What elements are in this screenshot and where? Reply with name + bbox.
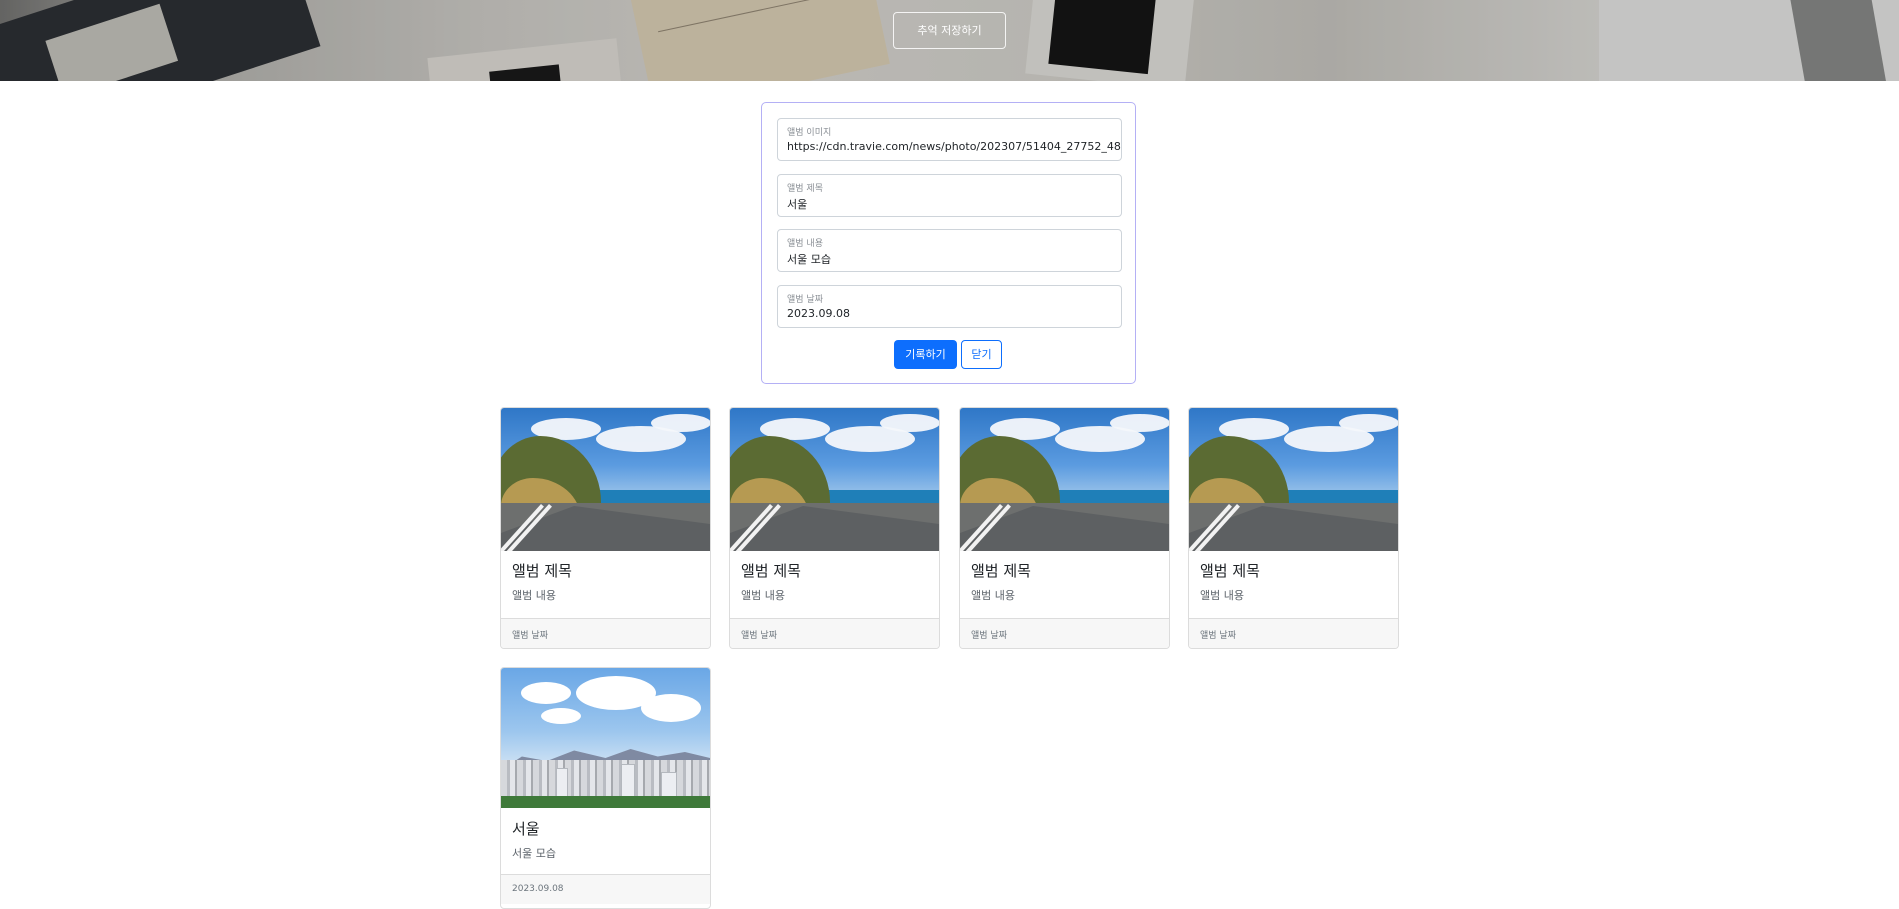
card-date: 앨범 날짜 xyxy=(971,631,1007,641)
record-button[interactable]: 기록하기 xyxy=(894,340,957,369)
card-date: 앨범 날짜 xyxy=(512,631,548,641)
card-text: 앨범 내용 xyxy=(512,589,556,602)
coastal-road-photo xyxy=(960,408,1169,551)
album-date-input[interactable]: 2023.09.08 xyxy=(787,307,850,320)
album-image-input[interactable]: https://cdn.travie.com/news/photo/202307… xyxy=(787,140,1121,153)
card-date: 2023.09.08 xyxy=(512,884,564,894)
album-content-field[interactable]: 앨범 내용 서울 모습 xyxy=(777,229,1122,272)
coastal-road-photo xyxy=(1189,408,1398,551)
seoul-city-photo xyxy=(501,668,710,808)
card-footer: 2023.09.08 xyxy=(501,874,710,904)
card-date: 앨범 날짜 xyxy=(741,631,777,641)
card-text: 앨범 내용 xyxy=(971,589,1015,602)
album-card[interactable]: 앨범 제목 앨범 내용 앨범 날짜 xyxy=(729,407,940,649)
album-card[interactable]: 서울 서울 모습 2023.09.08 xyxy=(500,667,711,909)
field-label: 앨범 이미지 xyxy=(787,128,832,138)
field-label: 앨범 날짜 xyxy=(787,295,823,305)
field-label: 앨범 제목 xyxy=(787,184,823,194)
album-image-field[interactable]: 앨범 이미지 https://cdn.travie.com/news/photo… xyxy=(777,118,1122,161)
card-text: 앨범 내용 xyxy=(741,589,785,602)
album-card[interactable]: 앨범 제목 앨범 내용 앨범 날짜 xyxy=(500,407,711,649)
card-date: 앨범 날짜 xyxy=(1200,631,1236,641)
save-memory-button[interactable]: 추억 저장하기 xyxy=(893,12,1006,49)
card-title: 서울 xyxy=(512,820,540,838)
card-title: 앨범 제목 xyxy=(971,562,1031,580)
coastal-road-photo xyxy=(730,408,939,551)
card-title: 앨범 제목 xyxy=(741,562,801,580)
album-title-field[interactable]: 앨범 제목 서울 xyxy=(777,174,1122,217)
album-date-field[interactable]: 앨범 날짜 2023.09.08 xyxy=(777,285,1122,328)
album-content-input[interactable]: 서울 모습 xyxy=(787,251,831,267)
card-title: 앨범 제목 xyxy=(512,562,572,580)
card-footer: 앨범 날짜 xyxy=(1189,618,1398,648)
field-label: 앨범 내용 xyxy=(787,239,823,249)
album-title-input[interactable]: 서울 xyxy=(787,196,807,212)
card-footer: 앨범 날짜 xyxy=(730,618,939,648)
card-footer: 앨범 날짜 xyxy=(501,618,710,648)
card-text: 서울 모습 xyxy=(512,847,556,860)
album-card[interactable]: 앨범 제목 앨범 내용 앨범 날짜 xyxy=(959,407,1170,649)
coastal-road-photo xyxy=(501,408,710,551)
card-text: 앨범 내용 xyxy=(1200,589,1244,602)
album-card[interactable]: 앨범 제목 앨범 내용 앨범 날짜 xyxy=(1188,407,1399,649)
card-footer: 앨범 날짜 xyxy=(960,618,1169,648)
hero-banner: 추억 저장하기 xyxy=(0,0,1899,81)
album-form: 앨범 이미지 https://cdn.travie.com/news/photo… xyxy=(761,102,1136,384)
card-title: 앨범 제목 xyxy=(1200,562,1260,580)
close-button[interactable]: 닫기 xyxy=(961,340,1002,369)
